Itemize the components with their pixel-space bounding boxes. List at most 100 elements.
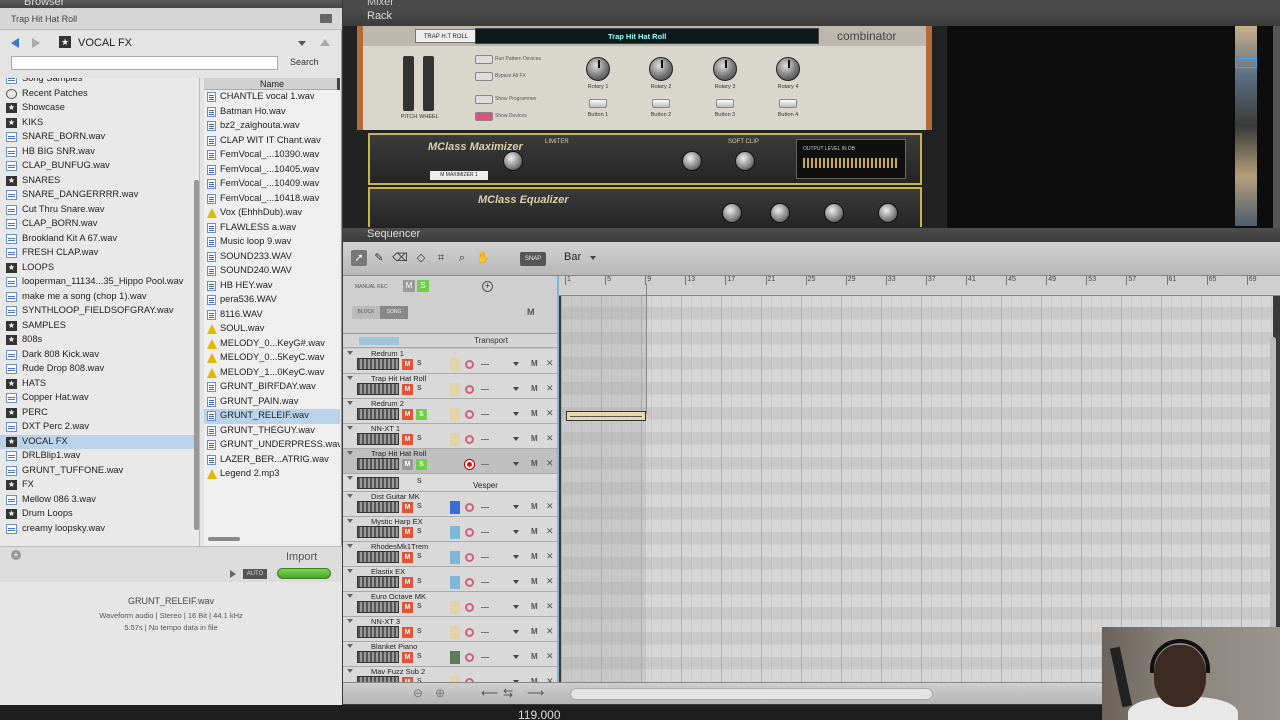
track-mute-button[interactable]: M bbox=[402, 434, 413, 445]
track-name[interactable]: NN-XT 1 bbox=[371, 424, 400, 433]
track-solo-button[interactable]: S bbox=[416, 459, 427, 470]
razor-tool-icon[interactable]: ◇ bbox=[413, 250, 429, 266]
file-item[interactable]: GRUNT_BIRFDAY.wav bbox=[204, 380, 340, 395]
fold-arrow-icon[interactable] bbox=[347, 519, 353, 523]
add-icon[interactable]: + bbox=[11, 550, 21, 560]
track-mute-button[interactable]: M bbox=[402, 627, 413, 638]
track-solo-button[interactable]: S bbox=[417, 435, 422, 442]
select-tool-icon[interactable]: ➚ bbox=[351, 250, 367, 266]
fold-arrow-icon[interactable] bbox=[347, 376, 353, 380]
auto-button[interactable]: AUTO bbox=[243, 569, 267, 579]
track-row[interactable]: RhodesMk1Trem M S M ✕ bbox=[343, 542, 557, 567]
rack-navigator[interactable] bbox=[1235, 26, 1257, 226]
location-item[interactable]: ★ SAMPLES bbox=[0, 319, 196, 334]
button-1[interactable] bbox=[589, 99, 607, 108]
mixer-header[interactable]: Mixer bbox=[343, 0, 1280, 8]
close-icon[interactable]: ✕ bbox=[546, 651, 554, 662]
chevron-down-icon[interactable] bbox=[513, 580, 519, 584]
location-select[interactable]: VOCAL FX bbox=[78, 37, 132, 49]
file-item[interactable]: Batman Ho.wav bbox=[204, 105, 340, 120]
snap-button[interactable]: SNAP bbox=[520, 252, 546, 266]
lane-mute-button[interactable]: M bbox=[531, 384, 538, 393]
block-mode-button[interactable]: BLOCK bbox=[352, 306, 380, 319]
output-gain-knob[interactable] bbox=[682, 151, 702, 171]
file-item[interactable]: GRUNT_THEGUY.wav bbox=[204, 424, 340, 439]
location-item[interactable]: Dark 808 Kick.wav bbox=[0, 348, 196, 363]
fold-arrow-icon[interactable] bbox=[347, 644, 353, 648]
eq-knob-2[interactable] bbox=[770, 203, 790, 223]
chevron-down-icon[interactable] bbox=[513, 362, 519, 366]
mute-tool-icon[interactable]: ⌗ bbox=[433, 250, 449, 266]
eq-knob-4[interactable] bbox=[878, 203, 898, 223]
file-item[interactable]: LAZER_BER...ATRIG.wav bbox=[204, 453, 340, 468]
file-item[interactable]: GRUNT_PAIN.wav bbox=[204, 395, 340, 410]
file-item[interactable]: SOUL.wav bbox=[204, 322, 340, 337]
folder-icon[interactable] bbox=[320, 14, 332, 23]
forward-icon[interactable]: ⟶ bbox=[527, 686, 544, 700]
file-item[interactable]: FemVocal_...10409.wav bbox=[204, 177, 340, 192]
fold-arrow-icon[interactable] bbox=[347, 544, 353, 548]
track-row[interactable]: Mav Fuzz Sub 2MSM✕ bbox=[343, 667, 557, 682]
close-icon[interactable]: ✕ bbox=[546, 576, 554, 587]
location-item[interactable]: DXT Perc 2.wav bbox=[0, 420, 196, 435]
chevron-down-icon[interactable] bbox=[513, 630, 519, 634]
record-enable-button[interactable] bbox=[465, 360, 474, 369]
file-item[interactable]: CHANTLE vocal 1.wav bbox=[204, 90, 340, 105]
location-item[interactable]: ★ SNARES bbox=[0, 174, 196, 189]
location-item[interactable]: CLAP_BORN.wav bbox=[0, 217, 196, 232]
file-item[interactable]: MELODY_0...5KeyC.wav bbox=[204, 351, 340, 366]
button-3[interactable] bbox=[716, 99, 734, 108]
song-mode-button[interactable]: SONG bbox=[380, 306, 408, 319]
note-clip[interactable] bbox=[566, 411, 646, 421]
rewind-icon[interactable]: ⟵ bbox=[481, 686, 498, 700]
track-solo-button[interactable]: S bbox=[417, 478, 422, 485]
file-item[interactable]: Vox (EhhhDub).wav bbox=[204, 206, 340, 221]
chevron-down-icon[interactable] bbox=[513, 462, 519, 466]
location-item[interactable]: ★ VOCAL FX bbox=[0, 434, 196, 449]
search-button[interactable]: Search bbox=[290, 57, 319, 67]
lane-mute-button[interactable]: M bbox=[531, 359, 538, 368]
record-enable-button[interactable] bbox=[465, 503, 474, 512]
location-item[interactable]: Cut Thru Snare.wav bbox=[0, 203, 196, 218]
track-name[interactable]: Mav Fuzz Sub 2 bbox=[371, 667, 425, 676]
chevron-down-icon[interactable] bbox=[513, 530, 519, 534]
magnify-tool-icon[interactable]: ⌕ bbox=[454, 250, 470, 266]
record-enable-button[interactable] bbox=[465, 578, 474, 587]
right-locator-line[interactable] bbox=[646, 284, 647, 414]
mute-all-button[interactable]: M bbox=[403, 280, 415, 292]
rotary-2-knob[interactable] bbox=[649, 57, 673, 81]
track-mute-button[interactable]: M bbox=[402, 527, 413, 538]
location-item[interactable]: HB BIG SNR.wav bbox=[0, 145, 196, 160]
location-item[interactable]: Song Samples bbox=[0, 78, 196, 87]
track-mute-button[interactable]: M bbox=[402, 577, 413, 588]
rack-header[interactable]: Rack bbox=[343, 8, 1280, 26]
import-button[interactable]: Import bbox=[286, 551, 317, 563]
file-item[interactable]: 8116.WAV bbox=[204, 308, 340, 323]
close-icon[interactable]: ✕ bbox=[546, 526, 554, 537]
close-icon[interactable]: ✕ bbox=[546, 433, 554, 444]
chevron-down-icon[interactable] bbox=[513, 437, 519, 441]
record-enable-button[interactable] bbox=[465, 528, 474, 537]
close-icon[interactable]: ✕ bbox=[546, 601, 554, 612]
fold-arrow-icon[interactable] bbox=[347, 476, 353, 480]
track-row[interactable]: NN-XT 3 M S M ✕ bbox=[343, 617, 557, 642]
fold-arrow-icon[interactable] bbox=[347, 451, 353, 455]
location-item[interactable]: creamy loopsky.wav bbox=[0, 522, 196, 537]
arrangement-lane[interactable] bbox=[561, 296, 1273, 682]
bypass-all-fx-button[interactable]: Bypass All FX bbox=[473, 71, 553, 81]
chevron-down-icon[interactable] bbox=[513, 605, 519, 609]
eraser-tool-icon[interactable]: ⌫ bbox=[392, 250, 408, 266]
track-name[interactable]: Euro Octave MK bbox=[371, 592, 426, 601]
track-name[interactable]: Elastix EX bbox=[371, 567, 405, 576]
chevron-down-icon[interactable] bbox=[513, 555, 519, 559]
button-2[interactable] bbox=[652, 99, 670, 108]
tempo-display[interactable]: 119.000 bbox=[518, 708, 561, 720]
show-programmer-button[interactable]: Show Programmer bbox=[473, 94, 553, 104]
lane-mute-button[interactable]: M bbox=[531, 577, 538, 586]
forward-arrow-icon[interactable] bbox=[32, 38, 40, 48]
rack-navigator-viewport[interactable] bbox=[1235, 58, 1257, 68]
location-item[interactable]: SNARE_DANGERRRR.wav bbox=[0, 188, 196, 203]
fold-arrow-icon[interactable] bbox=[347, 619, 353, 623]
lane-mute-button[interactable]: M bbox=[531, 502, 538, 511]
track-row[interactable]: Trap Hit Hat Roll M S M ✕ bbox=[343, 449, 557, 474]
